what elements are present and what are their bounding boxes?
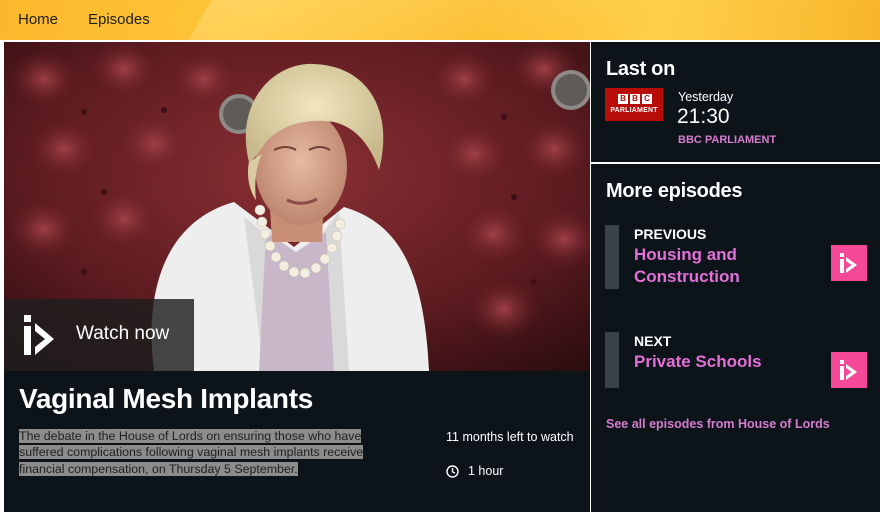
previous-episode[interactable]: PREVIOUS Housing and Construction	[605, 225, 870, 289]
synopsis-text: The debate in the House of Lords on ensu…	[19, 429, 364, 476]
bbc-logo-subtitle: PARLIAMENT	[610, 107, 658, 114]
previous-kicker: PREVIOUS	[634, 226, 707, 242]
nav-episodes[interactable]: Episodes	[88, 11, 150, 28]
bbc-logo-letter: C	[642, 94, 652, 104]
more-episodes-panel: More episodes PREVIOUS Housing and Const…	[591, 164, 880, 512]
clock-icon	[446, 464, 459, 478]
previous-play-button[interactable]	[831, 245, 867, 281]
last-on-time: 21:30	[677, 105, 730, 128]
top-nav: Home Episodes	[0, 0, 880, 40]
programme-synopsis: The debate in the House of Lords on ensu…	[19, 428, 399, 477]
availability-text: 11 months left to watch	[446, 430, 574, 444]
episode-bar	[605, 332, 619, 388]
last-on-heading: Last on	[606, 58, 676, 80]
last-on-panel: Last on B B C PARLIAMENT Yesterday 21:30…	[591, 42, 880, 162]
episode-bar	[605, 225, 619, 289]
last-on-channel: BBC PARLIAMENT	[678, 134, 777, 146]
programme-title: Vaginal Mesh Implants	[19, 383, 314, 414]
previous-title[interactable]: Housing and Construction	[634, 244, 784, 288]
duration: 1 hour	[446, 464, 503, 478]
iplayer-play-icon	[24, 315, 54, 355]
nav-home[interactable]: Home	[18, 11, 58, 28]
iplayer-play-icon	[840, 360, 857, 380]
programme-panel: Watch now Vaginal Mesh Implants The deba…	[4, 42, 590, 512]
duration-text: 1 hour	[468, 464, 504, 478]
watch-now-button[interactable]: Watch now	[4, 299, 194, 371]
next-play-button[interactable]	[831, 352, 867, 388]
next-kicker: NEXT	[634, 333, 672, 349]
see-all-episodes-link[interactable]: See all episodes from House of Lords	[606, 417, 830, 431]
bbc-logo-letter: B	[618, 94, 628, 104]
next-episode[interactable]: NEXT Private Schools	[605, 332, 870, 396]
next-title[interactable]: Private Schools	[634, 351, 784, 373]
bbc-parliament-logo: B B C PARLIAMENT	[605, 88, 663, 121]
bbc-logo-letter: B	[630, 94, 640, 104]
iplayer-play-icon	[840, 253, 857, 273]
hero-image[interactable]: Watch now	[4, 42, 590, 371]
watch-now-label: Watch now	[76, 323, 170, 344]
last-on-day: Yesterday	[678, 90, 734, 104]
more-episodes-heading: More episodes	[606, 180, 743, 202]
